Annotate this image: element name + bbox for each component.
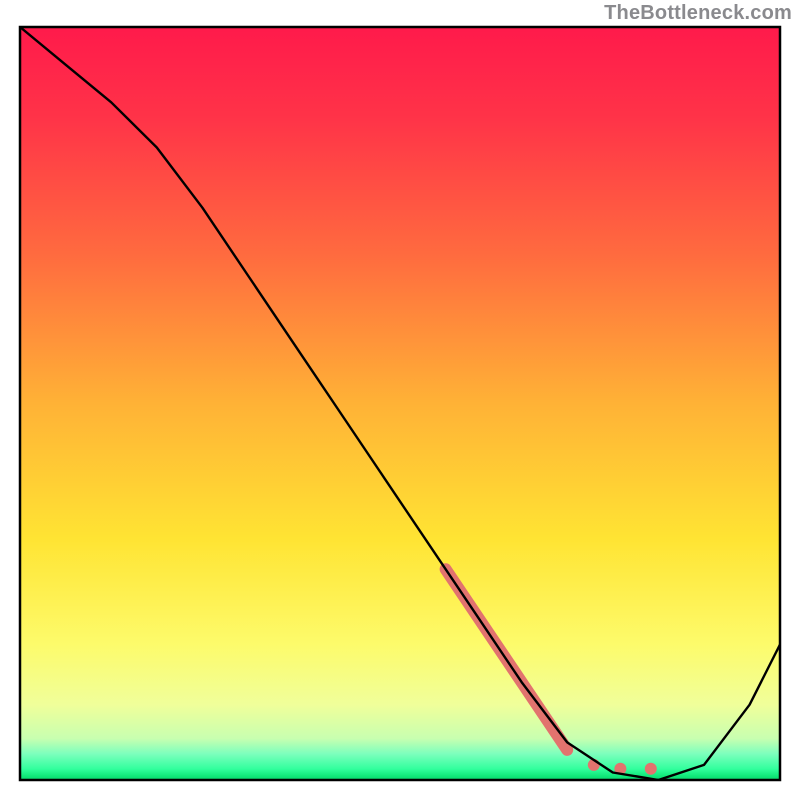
chart-stage: TheBottleneck.com [0,0,800,800]
bottleneck-chart [0,0,800,800]
marker-dot [645,763,657,775]
attribution-label: TheBottleneck.com [604,2,792,25]
gradient-background [20,27,780,780]
